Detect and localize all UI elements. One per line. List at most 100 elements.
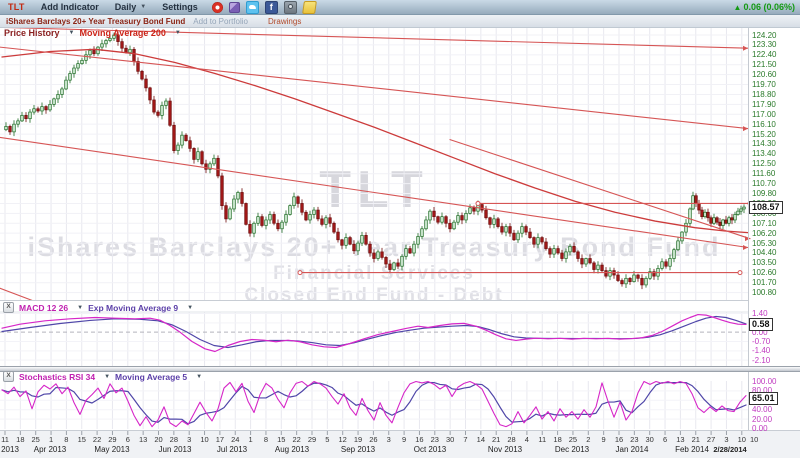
change-value: 0.06 (0.06%)	[743, 2, 795, 12]
up-arrow-icon: ▲	[734, 3, 742, 12]
axis-tick-label: 102.60	[752, 268, 776, 277]
notes-icon[interactable]	[302, 1, 317, 14]
week-tick-label: 8	[58, 435, 74, 444]
week-tick-label: 3	[381, 435, 397, 444]
week-tick-label: 27	[703, 435, 719, 444]
chevron-down-icon[interactable]: ▼	[196, 374, 202, 380]
month-label: 2/28/2014	[702, 445, 758, 454]
month-label: Oct 2013	[402, 445, 458, 454]
axis-tick-label: 118.80	[752, 90, 776, 99]
moving-average-200-dropdown[interactable]: Moving Average 200	[79, 28, 165, 38]
week-tick-label: 26	[365, 435, 381, 444]
week-tick-label: 9	[596, 435, 612, 444]
week-tick-label: 15	[74, 435, 90, 444]
main-toolbar: TLT Add Indicator Daily ▼ Settings f ▲ 0…	[0, 0, 800, 15]
stochastics-value-box: 65.01	[749, 392, 778, 405]
week-tick-label: 18	[12, 435, 28, 444]
alerts-icon[interactable]	[212, 2, 223, 13]
week-tick-label: 11	[534, 435, 550, 444]
axis-tick-label: 116.10	[752, 120, 776, 129]
macd-pane-header: X MACD 12 26 ▼ Exp Moving Average 9 ▼	[3, 302, 193, 313]
stochastics-pane-header: X Stochastics RSI 34 ▼ Moving Average 5 …	[3, 371, 202, 382]
chevron-down-icon[interactable]: ▼	[77, 305, 83, 311]
month-label: Aug 2013	[264, 445, 320, 454]
facebook-icon[interactable]: f	[265, 1, 278, 14]
axis-tick-label: 121.50	[752, 60, 776, 69]
drawings-menu[interactable]: Drawings	[268, 17, 301, 26]
pane-divider-stoch-axis	[0, 430, 800, 431]
symbol-subheader: iShares Barclays 20+ Year Treasury Bond …	[0, 15, 800, 28]
macd-dropdown[interactable]: MACD 12 26	[19, 303, 68, 313]
macd-signal-dropdown[interactable]: Exp Moving Average 9	[88, 303, 178, 313]
month-label: Jan 2014	[604, 445, 660, 454]
week-tick-label: 19	[350, 435, 366, 444]
close-stochastics-pane-button[interactable]: X	[3, 371, 14, 382]
axis-tick-label: 113.40	[752, 149, 776, 158]
week-tick-label: 8	[258, 435, 274, 444]
axis-tick-label: 100.80	[752, 288, 776, 297]
week-tick-label: 18	[550, 435, 566, 444]
chevron-down-icon[interactable]: ▼	[175, 30, 181, 36]
month-label: Apr 2013	[22, 445, 78, 454]
chevron-down-icon[interactable]: ▼	[104, 374, 110, 380]
axis-tick-label: 122.40	[752, 50, 776, 59]
macd-value-box: 0.58	[749, 318, 773, 331]
week-tick-label: 29	[304, 435, 320, 444]
week-tick-label: 25	[565, 435, 581, 444]
axis-tick-label: 115.20	[752, 130, 776, 139]
fund-name-label: iShares Barclays 20+ Year Treasury Bond …	[6, 17, 185, 26]
month-label: Sep 2013	[330, 445, 386, 454]
chart-canvas[interactable]	[0, 0, 800, 458]
axis-tick-label: 40.00	[752, 405, 772, 414]
axis-tick-label: 106.20	[752, 229, 776, 238]
axis-tick-label: 1.40	[752, 309, 768, 318]
week-tick-label: 28	[166, 435, 182, 444]
chevron-down-icon[interactable]: ▼	[69, 30, 75, 36]
close-macd-pane-button[interactable]: X	[3, 302, 14, 313]
axis-tick-label: 111.60	[752, 169, 775, 178]
axis-tick-label: -1.40	[752, 346, 770, 355]
symbol-label[interactable]: TLT	[8, 2, 25, 12]
price-pane-header: Price History ▼ Moving Average 200 ▼	[4, 28, 181, 38]
axis-tick-label: 104.40	[752, 248, 776, 257]
week-tick-label: 21	[688, 435, 704, 444]
week-tick-label: 7	[458, 435, 474, 444]
week-tick-label: 25	[28, 435, 44, 444]
week-tick-label: 28	[504, 435, 520, 444]
week-tick-label: 22	[289, 435, 305, 444]
twitter-icon[interactable]	[246, 1, 259, 14]
pane-divider-price-macd	[0, 300, 748, 301]
week-tick-label: 4	[519, 435, 535, 444]
cube-icon[interactable]	[229, 2, 240, 13]
month-label: Jun 2013	[147, 445, 203, 454]
week-tick-label: 16	[611, 435, 627, 444]
week-tick-label: 1	[43, 435, 59, 444]
week-tick-label: 10	[197, 435, 213, 444]
timeframe-dropdown[interactable]: Daily	[115, 2, 137, 12]
stochastics-dropdown[interactable]: Stochastics RSI 34	[19, 372, 95, 382]
axis-tick-label: 109.80	[752, 189, 776, 198]
week-tick-label: 6	[657, 435, 673, 444]
axis-tick-label: 100.00	[752, 377, 776, 386]
week-tick-label: 20	[151, 435, 167, 444]
week-tick-label: 22	[89, 435, 105, 444]
stochastics-ma-dropdown[interactable]: Moving Average 5	[115, 372, 187, 382]
chevron-down-icon[interactable]: ▼	[140, 4, 146, 10]
week-tick-label: 21	[488, 435, 504, 444]
week-tick-label: 5	[319, 435, 335, 444]
chevron-down-icon[interactable]: ▼	[187, 305, 193, 311]
week-tick-label: 1	[243, 435, 259, 444]
settings-button[interactable]: Settings	[162, 2, 198, 12]
axis-tick-label: 117.00	[752, 110, 776, 119]
axis-tick-label: 119.70	[752, 80, 776, 89]
week-tick-label: 15	[273, 435, 289, 444]
axis-tick-label: 120.60	[752, 70, 776, 79]
week-tick-label: 30	[442, 435, 458, 444]
price-history-dropdown[interactable]: Price History	[4, 28, 60, 38]
add-to-portfolio-link[interactable]: Add to Portfolio	[193, 17, 248, 26]
snapshot-icon[interactable]	[284, 1, 297, 14]
axis-tick-label: 112.50	[752, 159, 776, 168]
add-indicator-button[interactable]: Add Indicator	[41, 2, 99, 12]
axis-tick-label: 107.10	[752, 219, 776, 228]
week-tick-label: 6	[120, 435, 136, 444]
